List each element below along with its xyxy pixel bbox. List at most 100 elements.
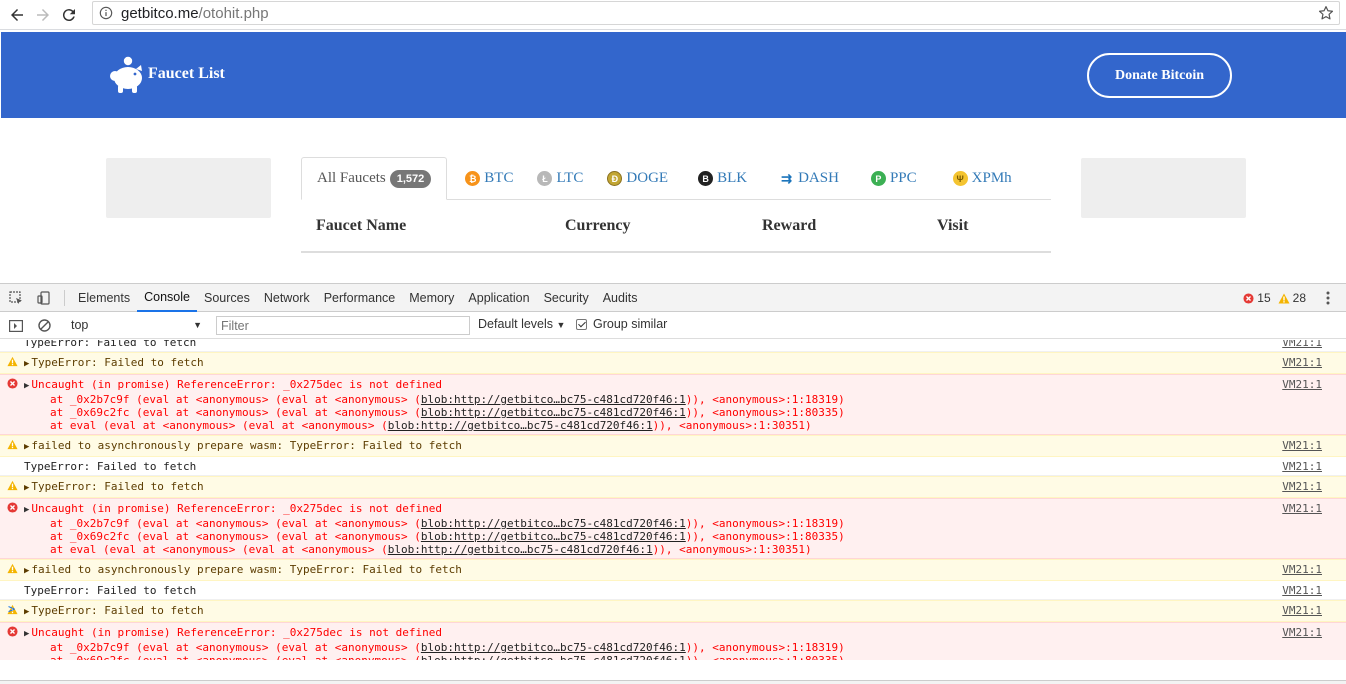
source-link[interactable]: blob:http://getbitco…bc75-c481cd720f46:1	[421, 530, 686, 543]
expand-triangle-icon[interactable]: ▶	[24, 505, 29, 515]
source-location-link[interactable]: VM21:1	[1282, 626, 1322, 639]
source-location-link[interactable]: VM21:1	[1282, 584, 1322, 597]
tab-xpmh[interactable]: Ψ XPMh	[943, 157, 1022, 200]
tab-ltc[interactable]: Ł LTC	[527, 157, 593, 200]
console-message[interactable]: ▶ TypeError: Failed to fetch VM21:1	[0, 476, 1346, 498]
expand-triangle-icon[interactable]: ▶	[24, 483, 29, 493]
tab-audits[interactable]: Audits	[596, 284, 645, 312]
tab-all-faucets[interactable]: All Faucets 1,572	[301, 157, 448, 200]
console-prompt[interactable]: >	[8, 602, 15, 616]
expand-triangle-icon[interactable]: ▶	[24, 442, 29, 452]
message-text: ▶ failed to asynchronously prepare wasm: …	[24, 439, 1346, 454]
donate-bitcoin-button[interactable]: Donate Bitcoin	[1087, 53, 1232, 98]
source-location-link[interactable]: VM21:1	[1282, 563, 1322, 576]
expand-triangle-icon[interactable]: ▶	[24, 629, 29, 639]
source-link[interactable]: blob:http://getbitco…bc75-c481cd720f46:1	[388, 419, 653, 432]
context-value: top	[71, 318, 89, 332]
tab-blk[interactable]: B BLK	[688, 157, 757, 200]
bookmark-star-icon[interactable]	[1317, 4, 1335, 22]
expand-triangle-icon[interactable]: ▶	[24, 359, 29, 369]
column-visit[interactable]: Visit	[937, 217, 968, 235]
source-location-link[interactable]: VM21:1	[1282, 502, 1322, 515]
forward-icon[interactable]	[30, 2, 56, 28]
message-body: TypeError: Failed to fetch	[31, 604, 204, 617]
column-currency[interactable]: Currency	[565, 217, 630, 235]
tab-security[interactable]: Security	[537, 284, 596, 312]
info-icon[interactable]	[99, 6, 113, 20]
bitcoin-icon: ₿	[465, 171, 481, 186]
console-message[interactable]: TypeError: Failed to fetch VM21:1	[0, 457, 1346, 476]
console-message[interactable]: ▶ Uncaught (in promise) ReferenceError: _…	[0, 622, 1346, 660]
address-bar[interactable]: getbitco.me/otohit.php	[92, 1, 1340, 25]
reload-icon[interactable]	[56, 2, 82, 28]
tab-sources[interactable]: Sources	[197, 284, 257, 312]
log-levels-dropdown[interactable]: Default levels ▼	[478, 317, 565, 331]
tab-console[interactable]: Console	[137, 284, 197, 312]
expand-triangle-icon[interactable]: ▶	[24, 566, 29, 576]
tab-elements[interactable]: Elements	[71, 284, 137, 312]
message-text: ▶ TypeError: Failed to fetch	[24, 604, 1346, 619]
stack-text: at eval (eval at <anonymous> (eval at <a…	[50, 419, 388, 432]
source-location-link[interactable]: VM21:1	[1282, 480, 1322, 493]
source-location-link[interactable]: VM21:1	[1282, 356, 1322, 369]
stack-frame: at _0x69c2fc (eval at <anonymous> (eval …	[24, 406, 1346, 419]
checkbox-checked[interactable]	[576, 318, 587, 330]
source-link[interactable]: blob:http://getbitco…bc75-c481cd720f46:1	[421, 393, 686, 406]
group-similar-checkbox[interactable]: Group similar	[576, 317, 667, 331]
source-location-link[interactable]: VM21:1	[1282, 340, 1322, 349]
console-messages: TypeError: Failed to fetch VM21:1 ▶ TypeErr…	[0, 340, 1346, 660]
show-sidebar-icon[interactable]	[2, 312, 30, 339]
stack-frame: at _0x2b7c9f (eval at <anonymous> (eval …	[24, 641, 1346, 654]
back-icon[interactable]	[4, 2, 30, 28]
tab-btc[interactable]: ₿ BTC	[455, 157, 523, 200]
console-message[interactable]: ▶ Uncaught (in promise) ReferenceError: _…	[0, 498, 1346, 559]
console-message[interactable]: ▶ failed to asynchronously prepare wasm: …	[0, 435, 1346, 457]
source-location-link[interactable]: VM21:1	[1282, 460, 1322, 473]
stack-frame: at eval (eval at <anonymous> (eval at <a…	[24, 543, 1346, 556]
brand-logo[interactable]: Faucet List	[106, 52, 225, 96]
column-faucet-name[interactable]: Faucet Name	[316, 217, 406, 235]
stack-text: )), <anonymous>:1:18319)	[685, 393, 845, 406]
stack-text: at _0x69c2fc (eval at <anonymous> (eval …	[50, 530, 421, 543]
expand-triangle-icon[interactable]: ▶	[24, 381, 29, 391]
console-message[interactable]: ▶ failed to asynchronously prepare wasm: …	[0, 559, 1346, 581]
more-options-icon[interactable]	[1326, 290, 1330, 309]
console-message[interactable]: ▶ TypeError: Failed to fetch VM21:1	[0, 352, 1346, 374]
currency-tabs: All Faucets 1,572 ₿ BTC Ł LTC Ð DOGE B B…	[301, 157, 1051, 200]
tab-network[interactable]: Network	[257, 284, 317, 312]
message-text: TypeError: Failed to fetch	[24, 460, 1346, 473]
source-link[interactable]: blob:http://getbitco…bc75-c481cd720f46:1	[421, 406, 686, 419]
context-selector[interactable]: top ▼	[66, 316, 204, 334]
tab-memory[interactable]: Memory	[402, 284, 461, 312]
source-location-link[interactable]: VM21:1	[1282, 378, 1322, 391]
tab-dash[interactable]: ⇉ DASH	[769, 157, 849, 200]
tab-ppc[interactable]: P PPC	[861, 157, 927, 200]
console-message[interactable]: ▶ Uncaught (in promise) ReferenceError: _…	[0, 374, 1346, 435]
source-link[interactable]: blob:http://getbitco…bc75-c481cd720f46:1	[388, 543, 653, 556]
tab-application[interactable]: Application	[461, 284, 536, 312]
console-message[interactable]: TypeError: Failed to fetch VM21:1	[0, 581, 1346, 600]
clear-console-icon[interactable]	[30, 312, 58, 339]
source-link[interactable]: blob:http://getbitco…bc75-c481cd720f46:1	[421, 517, 686, 530]
tab-label: XPMh	[971, 170, 1012, 186]
message-text: ▶ TypeError: Failed to fetch	[24, 480, 1346, 495]
console-message[interactable]: TypeError: Failed to fetch VM21:1	[0, 340, 1346, 352]
message-text: ▶ Uncaught (in promise) ReferenceError: _…	[24, 502, 1346, 517]
inspect-element-icon[interactable]	[2, 284, 30, 312]
devtools-tabbar: Elements Console Sources Network Perform…	[0, 284, 1346, 312]
error-icon	[1243, 292, 1254, 304]
column-reward[interactable]: Reward	[762, 217, 816, 235]
issue-counts[interactable]: 15 28	[1243, 291, 1306, 305]
source-link[interactable]: blob:http://getbitco…bc75-c481cd720f46:1	[421, 654, 686, 660]
expand-triangle-icon[interactable]: ▶	[24, 607, 29, 617]
source-location-link[interactable]: VM21:1	[1282, 604, 1322, 617]
console-message[interactable]: ▶ TypeError: Failed to fetch VM21:1	[0, 600, 1346, 622]
stack-frame: at _0x2b7c9f (eval at <anonymous> (eval …	[24, 393, 1346, 406]
tab-performance[interactable]: Performance	[317, 284, 403, 312]
device-toolbar-icon[interactable]	[30, 284, 58, 312]
brand-name: Faucet List	[148, 65, 225, 82]
tab-doge[interactable]: Ð DOGE	[597, 157, 678, 200]
console-filter-input[interactable]	[216, 316, 470, 335]
source-location-link[interactable]: VM21:1	[1282, 439, 1322, 452]
source-link[interactable]: blob:http://getbitco…bc75-c481cd720f46:1	[421, 641, 686, 654]
